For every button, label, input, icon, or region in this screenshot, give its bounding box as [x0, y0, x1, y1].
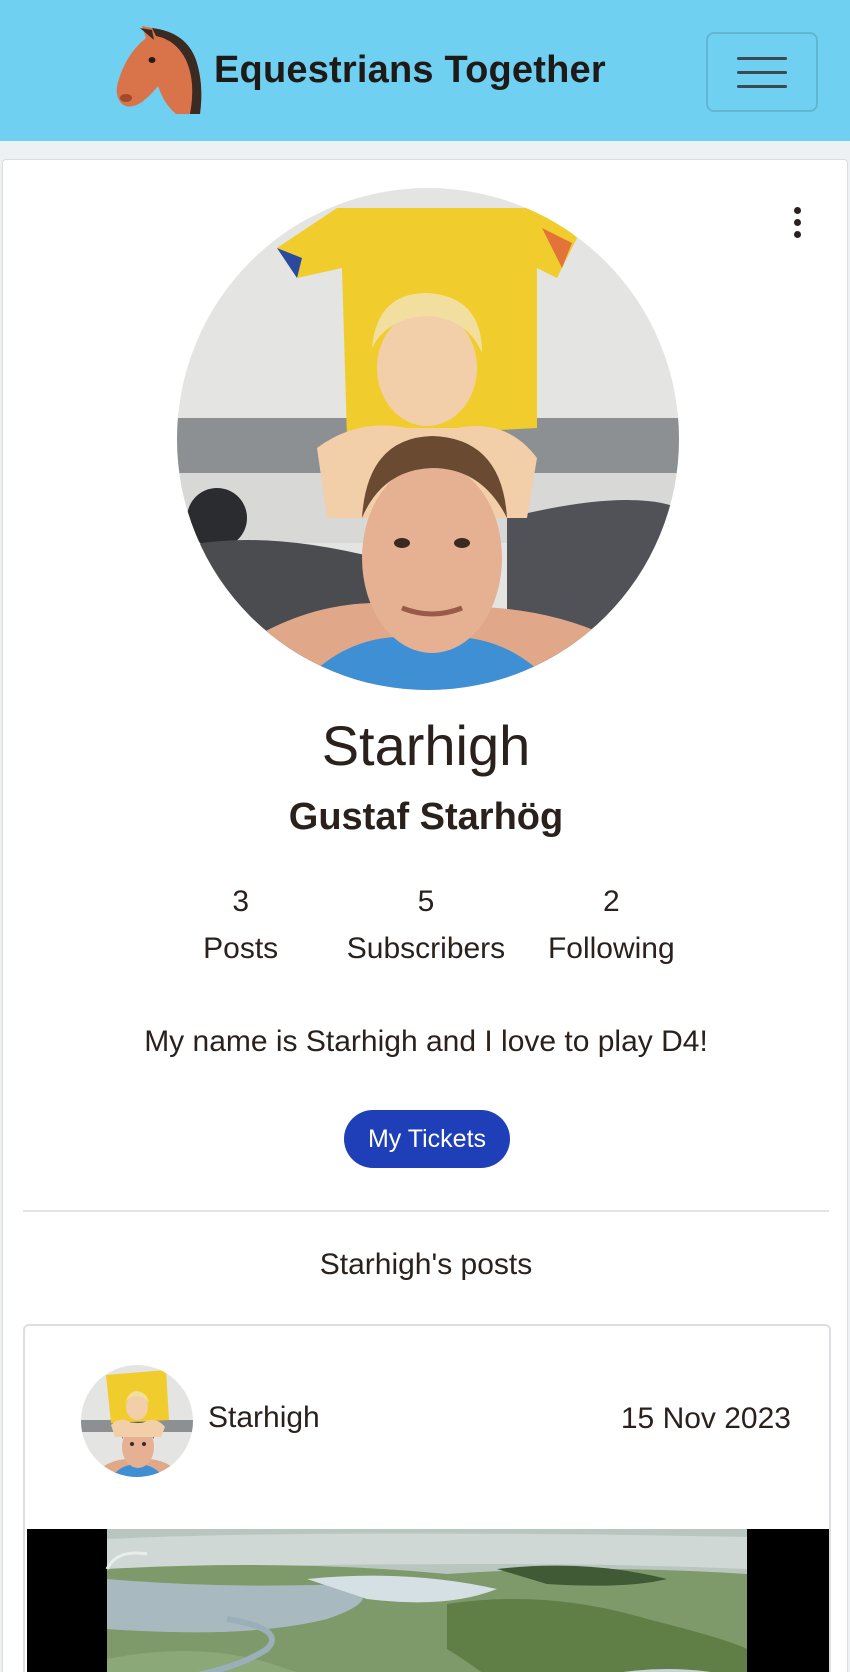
post-image[interactable] — [27, 1529, 829, 1672]
my-tickets-button[interactable]: My Tickets — [344, 1110, 510, 1168]
stat-posts[interactable]: 3 Posts — [148, 880, 333, 974]
divider — [23, 1210, 829, 1212]
posts-section-heading: Starhigh's posts — [319, 1248, 533, 1281]
post-author-name[interactable]: Starhigh — [208, 1401, 320, 1435]
stat-following[interactable]: 2 Following — [519, 880, 704, 974]
horse-head-icon — [116, 26, 202, 114]
stat-value: 3 — [232, 885, 249, 918]
stat-label: Following — [547, 932, 675, 965]
brand-link[interactable]: Equestrians Together — [112, 24, 606, 116]
stat-label: Subscribers — [346, 932, 506, 965]
profile-username: Starhigh — [321, 714, 531, 777]
profile-avatar — [177, 188, 679, 690]
hamburger-menu-icon — [737, 56, 787, 60]
stat-subscribers[interactable]: 5 Subscribers — [333, 880, 518, 974]
navbar: Equestrians Together — [0, 0, 850, 141]
post-author-avatar[interactable] — [81, 1365, 193, 1477]
stat-value: 2 — [602, 885, 620, 918]
profile-stats: 3 Posts 5 Subscribers 2 Following — [148, 880, 704, 974]
profile-bio: My name is Starhigh and I love to play D… — [144, 1025, 708, 1058]
kebab-menu-icon[interactable] — [782, 202, 812, 242]
profile-card: Starhigh Gustaf Starhög 3 Posts 5 Subscr… — [2, 159, 848, 1672]
stat-label: Posts — [203, 932, 279, 965]
profile-full-name: Gustaf Starhög — [288, 796, 564, 838]
brand-name: Equestrians Together — [214, 48, 606, 91]
stat-value: 5 — [417, 885, 435, 918]
navbar-toggle-button[interactable] — [706, 32, 818, 112]
post-card[interactable]: Starhigh 15 Nov 2023 — [23, 1324, 831, 1672]
post-date: 15 Nov 2023 — [620, 1402, 791, 1435]
